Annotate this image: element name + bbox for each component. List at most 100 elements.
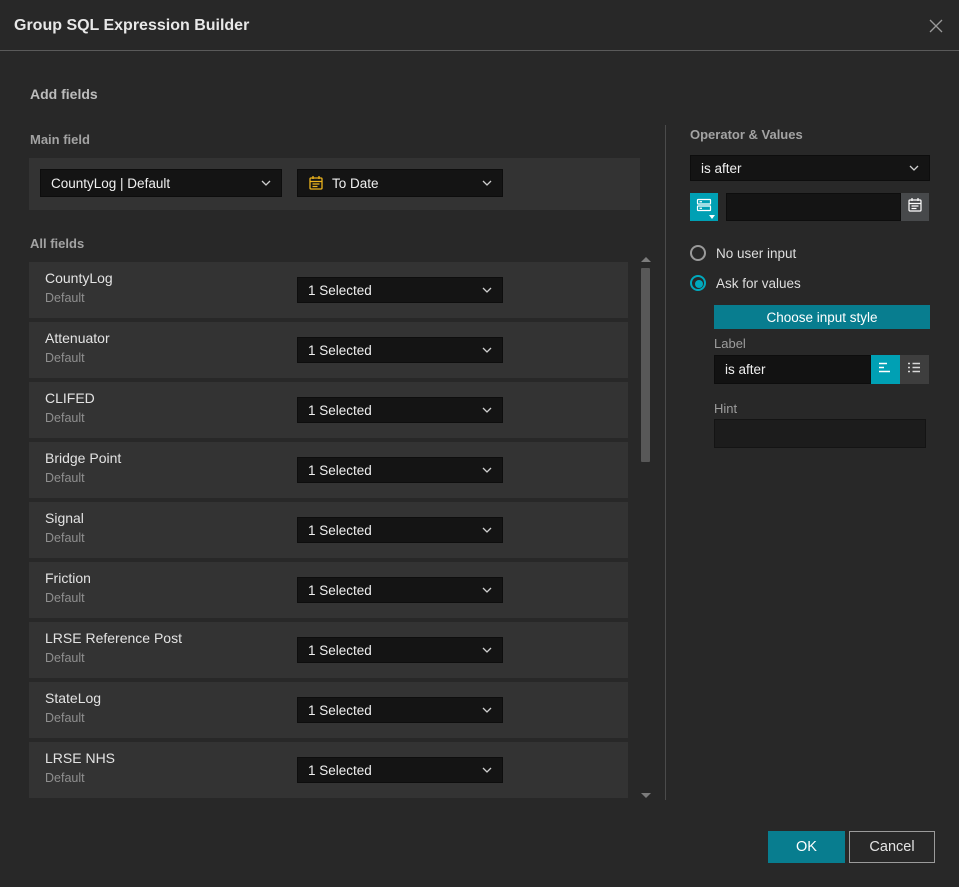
field-row: LRSE Reference Post Default 1 Selected — [29, 622, 628, 678]
title-bar: Group SQL Expression Builder — [0, 0, 959, 51]
field-subtitle: Default — [45, 471, 85, 485]
ok-button[interactable]: OK — [768, 831, 845, 863]
field-row: CountyLog Default 1 Selected — [29, 262, 628, 318]
chevron-down-icon — [482, 527, 492, 533]
align-left-icon — [878, 361, 893, 379]
field-subtitle: Default — [45, 711, 85, 725]
bullet-list-icon — [907, 361, 922, 379]
field-selected-value: 1 Selected — [308, 402, 372, 418]
radio-label: No user input — [716, 245, 797, 261]
field-row: Bridge Point Default 1 Selected — [29, 442, 628, 498]
operator-select[interactable]: is after — [690, 155, 930, 181]
date-field-select-value: To Date — [332, 175, 379, 191]
field-name: Signal — [45, 510, 84, 526]
hint-caption: Hint — [714, 401, 738, 416]
add-fields-heading: Add fields — [30, 86, 98, 102]
field-row: StateLog Default 1 Selected — [29, 682, 628, 738]
field-row: CLIFED Default 1 Selected — [29, 382, 628, 438]
field-selected-dropdown[interactable]: 1 Selected — [297, 277, 503, 303]
radio-label: Ask for values — [716, 275, 801, 291]
main-field-select[interactable]: CountyLog | Default — [40, 169, 282, 197]
field-subtitle: Default — [45, 411, 85, 425]
chevron-down-icon — [482, 767, 492, 773]
cancel-button[interactable]: Cancel — [849, 831, 935, 863]
field-selected-dropdown[interactable]: 1 Selected — [297, 757, 503, 783]
field-row: Signal Default 1 Selected — [29, 502, 628, 558]
field-row: Attenuator Default 1 Selected — [29, 322, 628, 378]
field-subtitle: Default — [45, 351, 85, 365]
field-selected-value: 1 Selected — [308, 762, 372, 778]
field-selected-dropdown[interactable]: 1 Selected — [297, 697, 503, 723]
operator-values-heading: Operator & Values — [690, 127, 803, 142]
field-name: LRSE Reference Post — [45, 630, 182, 646]
align-left-toggle[interactable] — [871, 355, 900, 384]
scrollbar-thumb[interactable] — [641, 268, 650, 462]
field-row: LRSE NHS Default 1 Selected — [29, 742, 628, 798]
field-name: Friction — [45, 570, 91, 586]
field-selected-value: 1 Selected — [308, 582, 372, 598]
field-selected-value: 1 Selected — [308, 642, 372, 658]
field-row: Friction Default 1 Selected — [29, 562, 628, 618]
panel-divider — [665, 125, 666, 800]
field-subtitle: Default — [45, 771, 85, 785]
field-selected-value: 1 Selected — [308, 522, 372, 538]
field-subtitle: Default — [45, 591, 85, 605]
operator-select-value: is after — [701, 160, 742, 176]
list-scrollbar[interactable] — [637, 253, 655, 802]
field-subtitle: Default — [45, 651, 85, 665]
chevron-down-icon — [909, 165, 919, 171]
bullet-list-toggle[interactable] — [900, 355, 929, 384]
dialog-title: Group SQL Expression Builder — [14, 17, 250, 34]
field-name: CLIFED — [45, 390, 95, 406]
date-picker-button[interactable] — [901, 193, 929, 221]
chevron-down-icon — [261, 180, 271, 186]
chevron-down-icon — [482, 587, 492, 593]
chevron-down-icon — [482, 467, 492, 473]
radio-no-user-input[interactable]: No user input — [690, 245, 796, 261]
chevron-down-icon — [482, 707, 492, 713]
radio-ask-for-values[interactable]: Ask for values — [690, 275, 801, 291]
calendar-icon — [308, 175, 324, 191]
scroll-down-icon[interactable] — [641, 793, 651, 798]
field-selected-dropdown[interactable]: 1 Selected — [297, 637, 503, 663]
field-selected-dropdown[interactable]: 1 Selected — [297, 397, 503, 423]
all-fields-heading: All fields — [30, 236, 85, 251]
hint-input[interactable] — [714, 419, 926, 448]
chevron-down-icon — [482, 287, 492, 293]
group-sql-expression-builder-dialog: Group SQL Expression Builder Add fields … — [0, 0, 959, 887]
field-name: LRSE NHS — [45, 750, 116, 766]
chevron-down-icon — [482, 647, 492, 653]
field-name: Attenuator — [45, 330, 110, 346]
field-name: Bridge Point — [45, 450, 122, 466]
field-subtitle: Default — [45, 531, 85, 545]
date-value-input[interactable] — [726, 193, 901, 221]
field-selected-dropdown[interactable]: 1 Selected — [297, 577, 503, 603]
radio-circle-icon — [690, 275, 706, 291]
chevron-down-icon — [709, 215, 715, 219]
value-source-button[interactable] — [690, 193, 718, 221]
field-selected-dropdown[interactable]: 1 Selected — [297, 517, 503, 543]
field-subtitle: Default — [45, 291, 85, 305]
field-selected-value: 1 Selected — [308, 702, 372, 718]
radio-circle-icon — [690, 245, 706, 261]
field-selected-dropdown[interactable]: 1 Selected — [297, 457, 503, 483]
close-icon[interactable] — [927, 17, 945, 35]
calendar-icon — [907, 197, 923, 218]
chevron-down-icon — [482, 407, 492, 413]
field-name: StateLog — [45, 690, 102, 706]
chevron-down-icon — [482, 180, 492, 186]
chevron-down-icon — [482, 347, 492, 353]
field-selected-value: 1 Selected — [308, 342, 372, 358]
label-caption: Label — [714, 336, 746, 351]
main-field-panel: CountyLog | Default To Date — [29, 158, 640, 210]
choose-input-style-button[interactable]: Choose input style — [714, 305, 930, 329]
date-field-select[interactable]: To Date — [297, 169, 503, 197]
field-selected-dropdown[interactable]: 1 Selected — [297, 337, 503, 363]
field-selected-value: 1 Selected — [308, 462, 372, 478]
scroll-up-icon[interactable] — [641, 257, 651, 262]
all-fields-list: CountyLog Default 1 Selected Attenuator … — [29, 262, 628, 802]
main-field-select-value: CountyLog | Default — [51, 175, 171, 191]
main-field-heading: Main field — [30, 132, 90, 147]
label-input[interactable] — [714, 355, 871, 384]
field-selected-value: 1 Selected — [308, 282, 372, 298]
